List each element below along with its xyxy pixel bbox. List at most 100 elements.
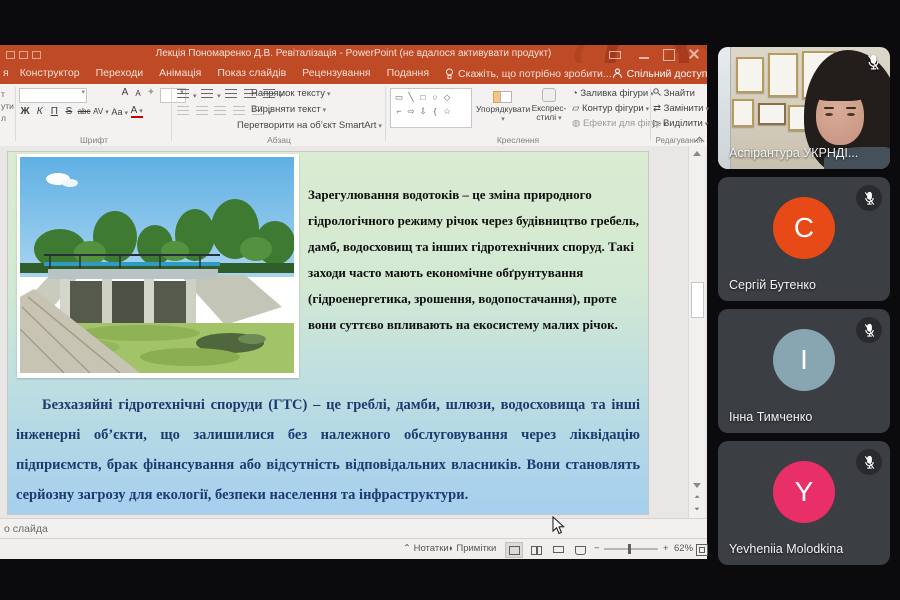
shape-diamond-icon[interactable]: ◇ [441, 91, 453, 103]
text-direction-button[interactable]: Напрямок тексту [251, 88, 330, 99]
italic-button[interactable]: К [34, 106, 46, 117]
vertical-scrollbar[interactable]: ⏶ ⏷ [688, 146, 705, 518]
tab-design[interactable]: Конструктор [12, 63, 88, 84]
replace-button[interactable]: ⇄ Замінити [653, 103, 709, 114]
clipboard-group-cut: т ути л [1, 88, 14, 124]
tab-slideshow[interactable]: Показ слайдів [209, 63, 294, 84]
slide-text-block-2[interactable]: Безхазяйні гідротехнічні споруди (ГТС) –… [16, 390, 640, 512]
paragraph-group: Напрямок тексту Вирівняти текст Перетвор… [175, 84, 383, 146]
shape-rect-icon[interactable]: ▭ [393, 91, 405, 103]
tab-animations[interactable]: Анімація [151, 63, 209, 84]
shapes-gallery[interactable]: ▭╲□○◇ ⌐⇨⇩{☆ [390, 88, 472, 128]
shape-oval-icon[interactable]: ○ [429, 91, 441, 103]
align-center-icon[interactable] [196, 106, 208, 115]
notes-toggle-button[interactable]: ⌃ Нотатки [403, 539, 449, 559]
clipboard-fragment: т [1, 88, 14, 100]
participant-tile[interactable]: Y Yevheniia Molodkina [718, 441, 890, 565]
participant-tile[interactable]: С Сергій Бутенко [718, 177, 890, 301]
tell-me-box[interactable]: Скажіть, що потрібно зробити... [445, 68, 612, 80]
ribbon: т ути л А А ✦ Ж К П S abc AV Аа [0, 84, 707, 147]
smartart-convert-button[interactable]: Перетворити на об’єкт SmartArt [237, 120, 382, 131]
notes-pane[interactable]: о слайда [0, 518, 707, 538]
subscript-button[interactable]: abc [78, 107, 91, 116]
tab-cut-fragment[interactable]: я [0, 63, 12, 84]
justify-icon[interactable] [233, 106, 245, 115]
participant-tile[interactable]: І Інна Тимченко [718, 309, 890, 433]
align-right-icon[interactable] [214, 106, 226, 115]
powerpoint-window: Лекція Пономаренко Д.В. Ревіталізація - … [0, 45, 707, 558]
reading-view-button[interactable] [549, 542, 567, 558]
shrink-font-button[interactable]: А [132, 89, 144, 98]
numbering-icon[interactable] [201, 89, 213, 98]
previous-slide-button[interactable]: ⏶ [693, 494, 701, 502]
scroll-up-icon[interactable] [693, 151, 701, 156]
tab-transitions[interactable]: Переходи [88, 63, 152, 84]
wall-frame [768, 53, 798, 97]
arrange-button[interactable]: Упорядкувати [476, 88, 528, 124]
font-group: А А ✦ Ж К П S abc AV Аа А Шрифт [19, 84, 169, 146]
avatar: Y [773, 461, 835, 523]
select-button[interactable]: ▷ Виділити [653, 118, 708, 129]
mic-muted-icon [863, 455, 876, 470]
tab-review[interactable]: Рецензування [294, 63, 378, 84]
font-color-button[interactable]: А [131, 105, 143, 118]
align-text-button[interactable]: Вирівняти текст [251, 104, 326, 115]
tab-view[interactable]: Подання [379, 63, 437, 84]
character-spacing-button[interactable]: AV [93, 107, 109, 116]
search-icon [653, 88, 661, 96]
wall-frame [736, 57, 764, 93]
comments-toggle-button[interactable]: ◗ Примітки [448, 539, 496, 559]
quick-styles-button[interactable]: Експрес- стилі [530, 88, 568, 123]
clear-format-button[interactable]: ✦ [145, 87, 157, 98]
scroll-down-icon[interactable] [693, 483, 701, 488]
zoom-out-button[interactable]: − [594, 539, 600, 559]
normal-view-button[interactable] [505, 542, 523, 558]
shape-fill-button[interactable]: ◔ Заливка фігури [572, 88, 654, 99]
strikethrough-button[interactable]: S [63, 106, 75, 117]
bold-button[interactable]: Ж [19, 106, 31, 117]
find-button[interactable]: Знайти [653, 88, 695, 99]
slide-text-block-1[interactable]: Зарегулювання водотоків – це зміна приро… [308, 182, 648, 382]
slide-sorter-view-button[interactable] [527, 542, 545, 558]
underline-button[interactable]: П [48, 106, 60, 117]
shape-brace-icon[interactable]: { [429, 105, 441, 117]
participant-tile-video[interactable]: Аспірантура УКРНДІ... [718, 47, 890, 169]
clipboard-fragment: л [1, 112, 14, 124]
bullets-icon[interactable] [177, 89, 189, 98]
grow-font-button[interactable]: А [119, 87, 131, 98]
shape-corner-icon[interactable]: ⌐ [393, 105, 405, 117]
collapse-ribbon-icon[interactable] [695, 135, 703, 143]
maximize-button[interactable] [663, 49, 675, 61]
scrollbar-thumb[interactable] [691, 282, 704, 318]
shape-arrow-down-icon[interactable]: ⇩ [417, 105, 429, 117]
decrease-indent-icon[interactable] [225, 89, 237, 98]
paragraph-group-label: Абзац [175, 135, 383, 145]
zoom-slider-thumb[interactable] [628, 544, 631, 554]
shape-outline-button[interactable]: ▱ Контур фігури [572, 103, 649, 114]
font-buttons-row: Ж К П S abc AV Аа А [19, 105, 143, 118]
wall-frame [732, 99, 754, 127]
zoom-slider-track[interactable] [604, 548, 658, 550]
slideshow-view-button[interactable] [571, 542, 589, 558]
shape-arrow-right-icon[interactable]: ⇨ [405, 105, 417, 117]
ribbon-display-options-icon[interactable] [609, 51, 621, 59]
align-left-icon[interactable] [177, 106, 189, 115]
next-slide-button[interactable]: ⏷ [693, 506, 701, 514]
dam-photo[interactable] [17, 154, 299, 378]
change-case-button[interactable]: Аа [111, 107, 128, 117]
mic-muted-badge [856, 317, 882, 343]
shape-star-icon[interactable]: ☆ [441, 105, 453, 117]
fit-slide-to-window-button[interactable] [696, 544, 708, 556]
avatar: С [773, 197, 835, 259]
slide-canvas[interactable]: Зарегулювання водотоків – це зміна приро… [8, 152, 648, 514]
zoom-level[interactable]: 62% [674, 539, 693, 559]
drawing-group: ▭╲□○◇ ⌐⇨⇩{☆ Упорядкувати Експрес- стилі [388, 84, 648, 146]
shape-square-icon[interactable]: □ [417, 91, 429, 103]
shape-line-icon[interactable]: ╲ [405, 91, 417, 103]
close-button[interactable] [689, 49, 699, 59]
minimize-button[interactable] [639, 49, 649, 59]
title-bar: Лекція Пономаренко Д.В. Ревіталізація - … [0, 45, 707, 63]
share-button[interactable]: Спільний доступ [612, 68, 708, 80]
font-name-combo[interactable] [19, 88, 87, 103]
zoom-in-button[interactable]: + [663, 539, 669, 559]
